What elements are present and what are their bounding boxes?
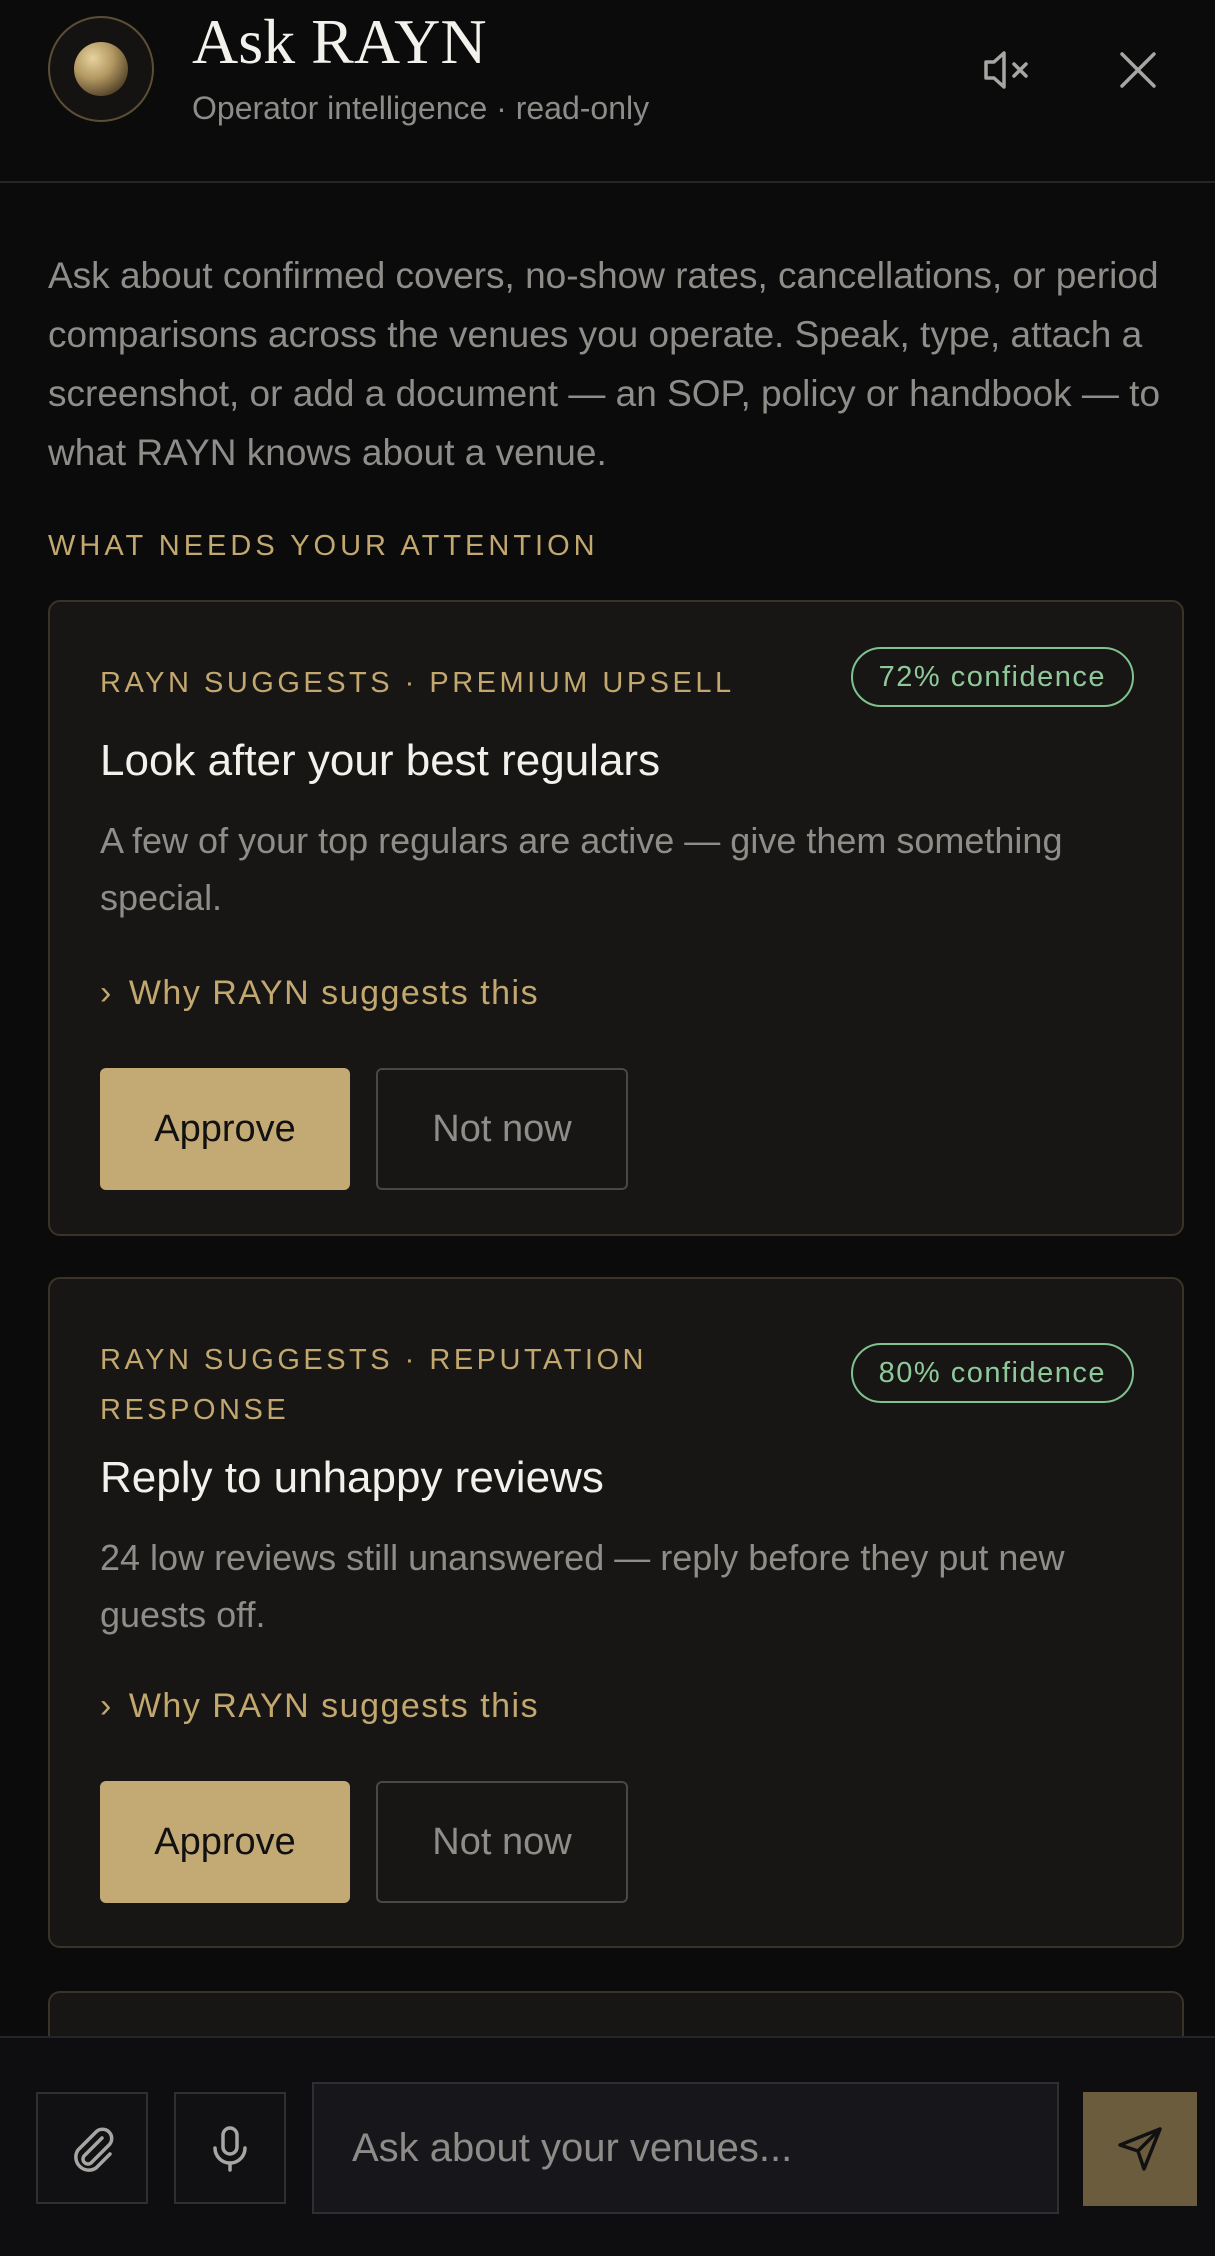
- suggestion-tag: RAYN SUGGESTS · REPUTATION RESPONSE: [100, 1344, 647, 1426]
- message-composer: [0, 2036, 1215, 2256]
- panel-subtitle: Operator intelligence · read-only: [192, 90, 650, 126]
- chevron-right-icon: ›: [100, 974, 113, 1012]
- paperclip-icon: [74, 2127, 114, 2172]
- microphone-button[interactable]: [174, 2092, 286, 2204]
- confidence-badge: 80% confidence: [850, 1343, 1134, 1403]
- suggestion-tag: RAYN SUGGESTS · PREMIUM UPSELL: [100, 667, 735, 699]
- attach-button[interactable]: [36, 2092, 148, 2204]
- why-suggestion-toggle[interactable]: › Why RAYN suggests this: [100, 974, 539, 1013]
- intro-text: Ask about confirmed covers, no-show rate…: [48, 255, 1161, 473]
- confidence-badge: 72% confidence: [850, 647, 1134, 707]
- suggestion-description: 24 low reviews still unanswered — reply …: [100, 1537, 1065, 1635]
- why-label: Why RAYN suggests this: [128, 1687, 540, 1725]
- not-now-button[interactable]: Not now: [376, 1068, 628, 1190]
- why-label: Why RAYN suggests this: [128, 974, 540, 1012]
- why-suggestion-toggle[interactable]: › Why RAYN suggests this: [100, 1687, 539, 1726]
- speaker-muted-icon: [984, 51, 1028, 89]
- send-button[interactable]: [1083, 2092, 1197, 2206]
- approve-button[interactable]: Approve: [100, 1068, 350, 1190]
- suggestion-description: A few of your top regulars are active — …: [100, 820, 1063, 918]
- close-icon: [1120, 52, 1156, 88]
- panel-header: Ask RAYN Operator intelligence · read-on…: [0, 0, 1215, 183]
- suggestion-card: RAYN SUGGESTS · REPUTATION RESPONSE 80% …: [48, 1277, 1184, 1948]
- microphone-icon: [213, 2126, 247, 2172]
- panel-title: Ask RAYN: [192, 6, 487, 77]
- send-icon: [1118, 2127, 1162, 2171]
- mute-button[interactable]: [976, 40, 1036, 100]
- rayn-orb-icon: [74, 42, 128, 96]
- suggestion-card: RAYN SUGGESTS · PREMIUM UPSELL 72% confi…: [48, 600, 1184, 1236]
- not-now-button[interactable]: Not now: [376, 1781, 628, 1903]
- close-button[interactable]: [1108, 40, 1168, 100]
- rayn-avatar: [48, 16, 154, 122]
- approve-button[interactable]: Approve: [100, 1781, 350, 1903]
- chevron-right-icon: ›: [100, 1687, 113, 1725]
- message-input[interactable]: [312, 2082, 1059, 2214]
- suggestion-title: Look after your best regulars: [100, 736, 661, 785]
- section-label: WHAT NEEDS YOUR ATTENTION: [48, 530, 599, 562]
- suggestion-title: Reply to unhappy reviews: [100, 1453, 604, 1502]
